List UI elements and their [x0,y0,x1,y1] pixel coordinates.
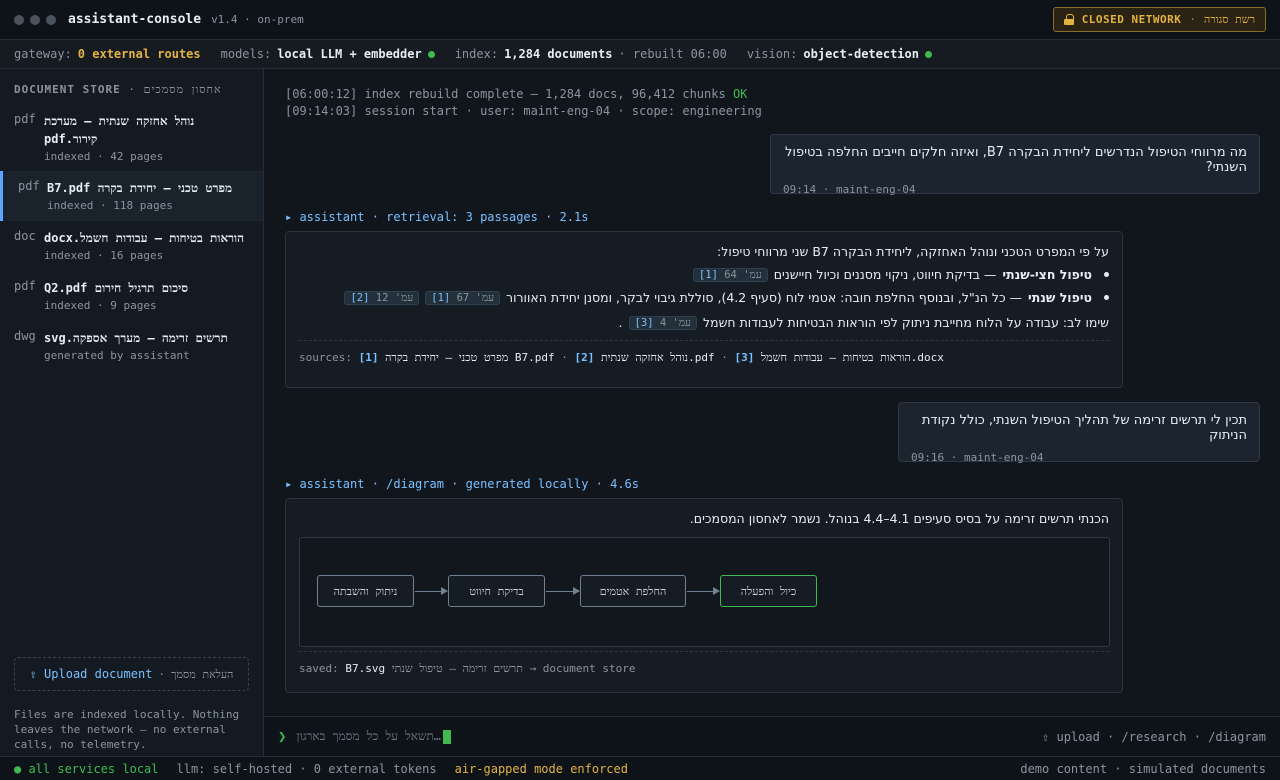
saved-note: saved: B7.svg תרשים זרימה — טיפול שנתי →… [299,651,1109,684]
source-link[interactable]: הוראות בטיחות — עבודות חשמל.docx [761,351,944,364]
vision-status: vision: object-detection [747,47,932,61]
file-type: pdf [14,279,36,293]
document-meta: indexed · 118 pages [47,199,173,212]
citation-chip[interactable]: עמ' 12 [2] [344,290,420,305]
flow-arrow [546,587,580,595]
diagram-intro: הכנתי תרשים זרימה על בסיס סעיפים 4.1–4.4… [689,511,1109,526]
file-type: doc [14,229,36,243]
title-bar: assistant-console v1.4 · on-prem CLOSED … [0,0,1280,40]
close-window-button[interactable] [14,14,24,25]
closed-network-badge: CLOSED NETWORK · רשת סגורה [1052,7,1266,32]
saved-file-link[interactable]: B7.svg [345,662,385,675]
sources-list: sources: [1] מפרט טכני — יחידת בקרה B7.p… [299,340,1109,373]
citation-chip[interactable]: עמ' 4 [3] [628,315,697,330]
footer-status: ● all services local llm: self-hosted · … [0,756,1280,780]
chat-area: [06:00:12] index rebuild complete — 1,28… [264,69,1280,716]
safety-warning: שימו לב: עבודה על הלוח מחייבת ניתוק לפי … [618,315,1109,330]
flow-arrow [687,587,720,595]
upload-document-button[interactable]: ⇪ Upload document · העלאת מסמך [14,657,249,691]
models-ok-dot [427,50,435,58]
citation-chip[interactable]: עמ' 64 [1] [692,267,768,282]
assistant-diagram-card: הכנתי תרשים זרימה על בסיס סעיפים 4.1–4.4… [285,498,1123,693]
sidebar-header: DOCUMENT STORE · אחסון מסמכים [14,83,222,96]
index-status: index: 1,284 documents · rebuilt 06:00 [454,47,727,61]
document-item[interactable]: doc הוראות בטיחות — עבודות חשמל.docx ind… [0,221,263,271]
document-item[interactable]: dwg תרשים זרימה — מערך אספקה.svg generat… [0,321,263,371]
file-type: pdf [14,112,36,126]
app-title: assistant-console [68,12,202,27]
document-store-sidebar: DOCUMENT STORE · אחסון מסמכים pdf נוהל א… [0,69,264,756]
answer-bullet: טיפול שנתי — כל הנ"ל, ובנוסף החלפת חובה:… [299,290,1109,305]
file-type: dwg [14,329,36,343]
system-log: [06:00:12] index rebuild complete — 1,28… [285,87,762,118]
document-meta: indexed · 16 pages [44,249,164,262]
window-controls [14,14,56,25]
answer-bullet: טיפול חצי-שנתי — בדיקת חיווט, ניקוי מסננ… [299,267,1109,282]
user-message: מה מרווחי הטיפול הנדרשים ליחידת הבקרה B7… [770,134,1260,196]
flow-node: בדיקת חיווט [448,575,545,607]
document-name: נוהל אחזקה שנתית — מערכת קירור.pdf [44,114,195,146]
document-meta: indexed · 42 pages [44,150,164,163]
flow-node: החלפת אטמים [580,575,686,607]
answer-intro: על פי המפרט הטכני ונוהל האחזקה, ליחידת ה… [717,244,1109,259]
command-hints[interactable]: ⇪ upload · /research · /diagram [1042,730,1266,744]
prompt-input[interactable]: תשאל על כל מסמך בארגון… [296,729,441,744]
user-message: תכין לי תרשים זרימה של תהליך הטיפול השנת… [898,402,1260,464]
document-name: מפרט טכני — יחידת בקרה B7.pdf [47,181,233,195]
citation-chip[interactable]: עמ' 67 [1] [425,290,501,305]
privacy-note: Files are indexed locally. Nothing leave… [14,708,240,751]
document-meta: indexed · 9 pages [44,299,157,312]
app-version: v1.4 · on-prem [211,13,304,26]
flow-node: ניתוק והשבתה [317,575,414,607]
file-type: pdf [18,179,40,193]
document-item[interactable]: pdf נוהל אחזקה שנתית — מערכת קירור.pdf i… [0,104,263,171]
models-status: models: local LLM + embedder [221,47,435,61]
assistant-answer-card: על פי המפרט הטכני ונוהל האחזקה, ליחידת ה… [285,231,1123,388]
flow-diagram[interactable]: ניתוק והשבתה בדיקת חיווט החלפת אטמים כיו… [299,537,1110,647]
document-name: הוראות בטיחות — עבודות חשמל.docx [44,231,245,245]
prompt-input-bar[interactable]: ❯ תשאל על כל מסמך בארגון… ⇪ upload · /re… [264,716,1280,756]
assistant-label: ▸ assistant · retrieval: 3 passages · 2.… [285,210,589,224]
prompt-chevron-icon: ❯ [278,728,287,745]
document-name: תרשים זרימה — מערך אספקה.svg [44,331,228,345]
lock-icon [1063,14,1074,25]
minimize-window-button[interactable] [30,14,40,25]
flow-arrow [415,587,448,595]
assistant-label: ▸ assistant · /diagram · generated local… [285,477,640,491]
source-link[interactable]: מפרט טכני — יחידת בקרה B7.pdf [385,351,554,364]
document-name: סיכום תרגיל חירום Q2.pdf [44,281,189,295]
document-meta: generated by assistant [44,349,190,362]
flow-node: כיול והפעלה [720,575,817,607]
vision-ok-dot [924,50,932,58]
document-item-selected[interactable]: pdf מפרט טכני — יחידת בקרה B7.pdf indexe… [0,171,263,221]
text-cursor [443,729,451,744]
document-item[interactable]: pdf סיכום תרגיל חירום Q2.pdf indexed · 9… [0,271,263,321]
source-link[interactable]: נוהל אחזקה שנתית.pdf [601,351,715,364]
maximize-window-button[interactable] [46,14,56,25]
status-strip: gateway: 0 external routes models: local… [0,40,1280,69]
gateway-status: gateway: 0 external routes [14,47,201,61]
